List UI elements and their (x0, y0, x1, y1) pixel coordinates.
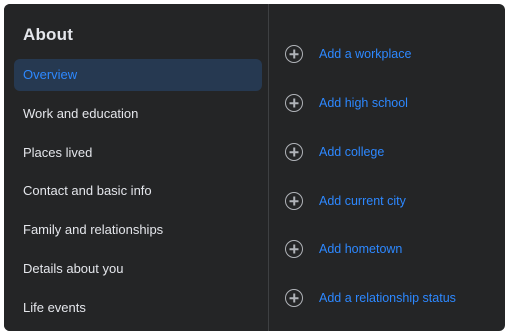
overview-content: Add a workplace Add high school Add coll… (269, 4, 505, 331)
sidebar-item-overview[interactable]: Overview (14, 59, 262, 91)
add-workplace-row[interactable]: Add a workplace (285, 42, 411, 66)
plus-circle-icon (285, 192, 303, 210)
sidebar-item-life-events[interactable]: Life events (14, 292, 262, 324)
add-high-school-link[interactable]: Add high school (319, 96, 408, 110)
plus-circle-icon (285, 45, 303, 63)
about-panel: About Overview Work and education Places… (4, 4, 505, 331)
plus-circle-icon (285, 143, 303, 161)
add-high-school-row[interactable]: Add high school (285, 91, 408, 115)
sidebar-item-work-and-education[interactable]: Work and education (14, 98, 262, 130)
add-relationship-status-link[interactable]: Add a relationship status (319, 291, 456, 305)
sidebar-item-contact-and-basic-info[interactable]: Contact and basic info (14, 175, 262, 207)
add-hometown-row[interactable]: Add hometown (285, 237, 402, 261)
sidebar-item-details-about-you[interactable]: Details about you (14, 253, 262, 285)
add-college-link[interactable]: Add college (319, 145, 384, 159)
about-title: About (23, 25, 74, 44)
sidebar-item-family-and-relationships[interactable]: Family and relationships (14, 214, 262, 246)
add-workplace-link[interactable]: Add a workplace (319, 47, 411, 61)
sidebar-item-places-lived[interactable]: Places lived (14, 137, 262, 169)
plus-circle-icon (285, 94, 303, 112)
plus-circle-icon (285, 240, 303, 258)
add-hometown-link[interactable]: Add hometown (319, 242, 402, 256)
add-relationship-status-row[interactable]: Add a relationship status (285, 286, 456, 310)
add-current-city-link[interactable]: Add current city (319, 194, 406, 208)
add-current-city-row[interactable]: Add current city (285, 189, 406, 213)
plus-circle-icon (285, 289, 303, 307)
about-sidebar: About Overview Work and education Places… (4, 4, 268, 331)
add-college-row[interactable]: Add college (285, 140, 384, 164)
